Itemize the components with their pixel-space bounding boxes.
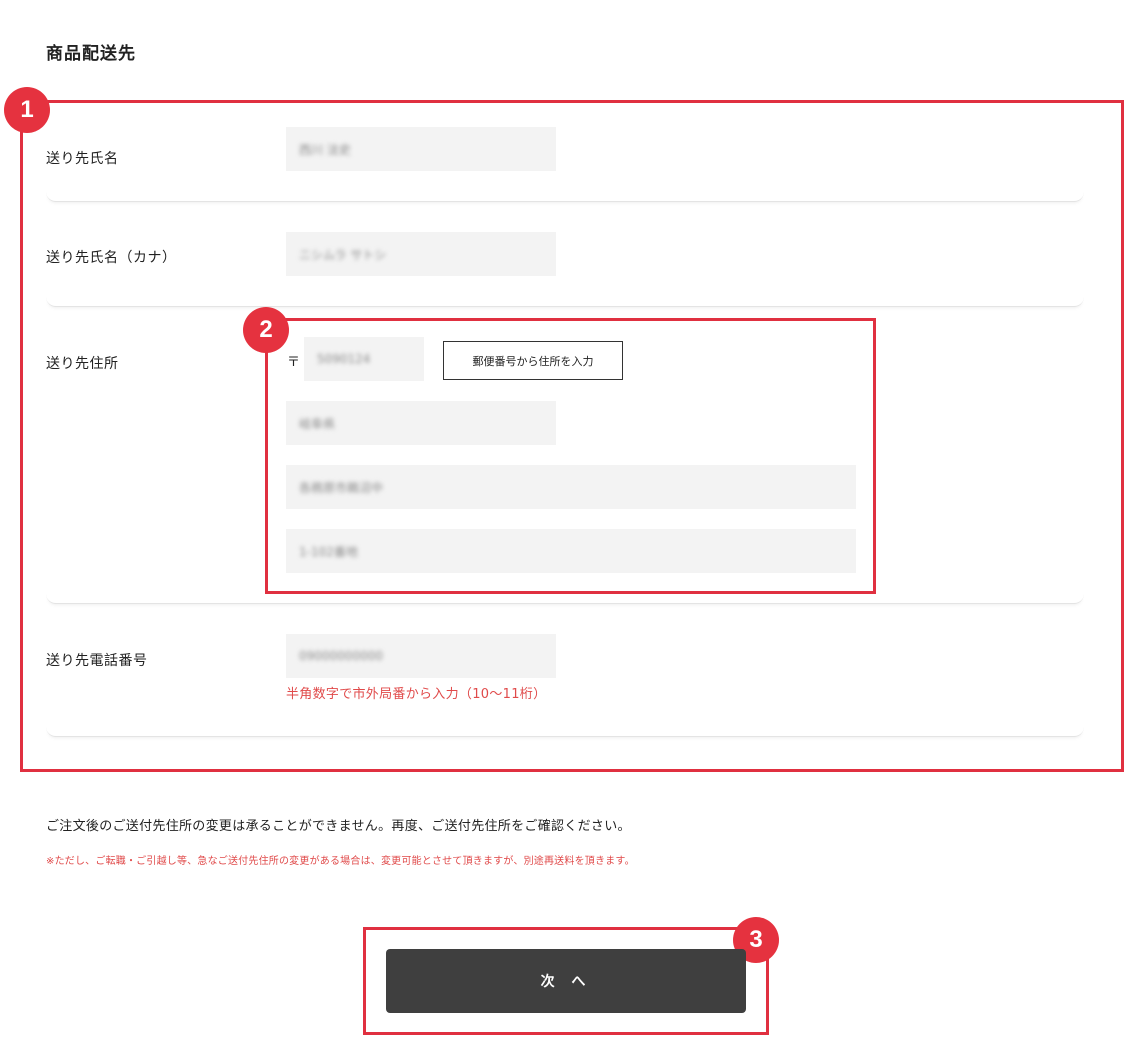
street-input-value: 1-102番地 xyxy=(299,544,358,559)
city-input-value: 各務原市鵜沼中 xyxy=(299,480,384,495)
phone-label: 送り先電話番号 xyxy=(46,653,148,669)
address-label: 送り先住所 xyxy=(46,356,119,372)
kana-input-value: ニシムラ サトシ xyxy=(299,247,387,262)
phone-hint: 半角数字で市外局番から入力（10〜11桁） xyxy=(286,687,547,702)
name-input-value: 西川 法史 xyxy=(299,142,351,157)
annotation-badge-1: 1 xyxy=(4,87,50,133)
address-change-note: ※ただし、ご転職・ご引越し等、急なご送付先住所の変更がある場合は、変更可能とさせ… xyxy=(46,856,635,867)
name-label: 送り先氏名 xyxy=(46,151,119,167)
name-input[interactable]: 西川 法史 xyxy=(286,127,556,171)
kana-label: 送り先氏名（カナ） xyxy=(46,250,177,266)
divider-4 xyxy=(46,725,1084,737)
next-button[interactable]: 次 へ xyxy=(386,949,746,1013)
kana-input[interactable]: ニシムラ サトシ xyxy=(286,232,556,276)
phone-input-value: 09000000000 xyxy=(299,649,383,663)
zip-lookup-button[interactable]: 郵便番号から住所を入力 xyxy=(443,341,623,380)
phone-input[interactable]: 09000000000 xyxy=(286,634,556,678)
street-input[interactable]: 1-102番地 xyxy=(286,529,856,573)
zip-input[interactable]: 5090124 xyxy=(304,337,424,381)
shipping-page: 商品配送先 1 送り先氏名 西川 法史 送り先氏名（カナ） ニシムラ サトシ 送… xyxy=(0,0,1132,1050)
divider-1 xyxy=(46,190,1084,202)
city-input[interactable]: 各務原市鵜沼中 xyxy=(286,465,856,509)
section-title: 商品配送先 xyxy=(46,44,136,64)
divider-2 xyxy=(46,295,1084,307)
prefecture-input-value: 岐阜県 xyxy=(299,416,336,431)
prefecture-input[interactable]: 岐阜県 xyxy=(286,401,556,445)
address-change-notice: ご注文後のご送付先住所の変更は承ることができません。再度、ご送付先住所をご確認く… xyxy=(46,819,631,834)
zip-input-value: 5090124 xyxy=(317,352,371,366)
divider-3 xyxy=(46,592,1084,604)
postal-mark: 〒 xyxy=(287,355,301,370)
annotation-badge-2: 2 xyxy=(243,307,289,353)
